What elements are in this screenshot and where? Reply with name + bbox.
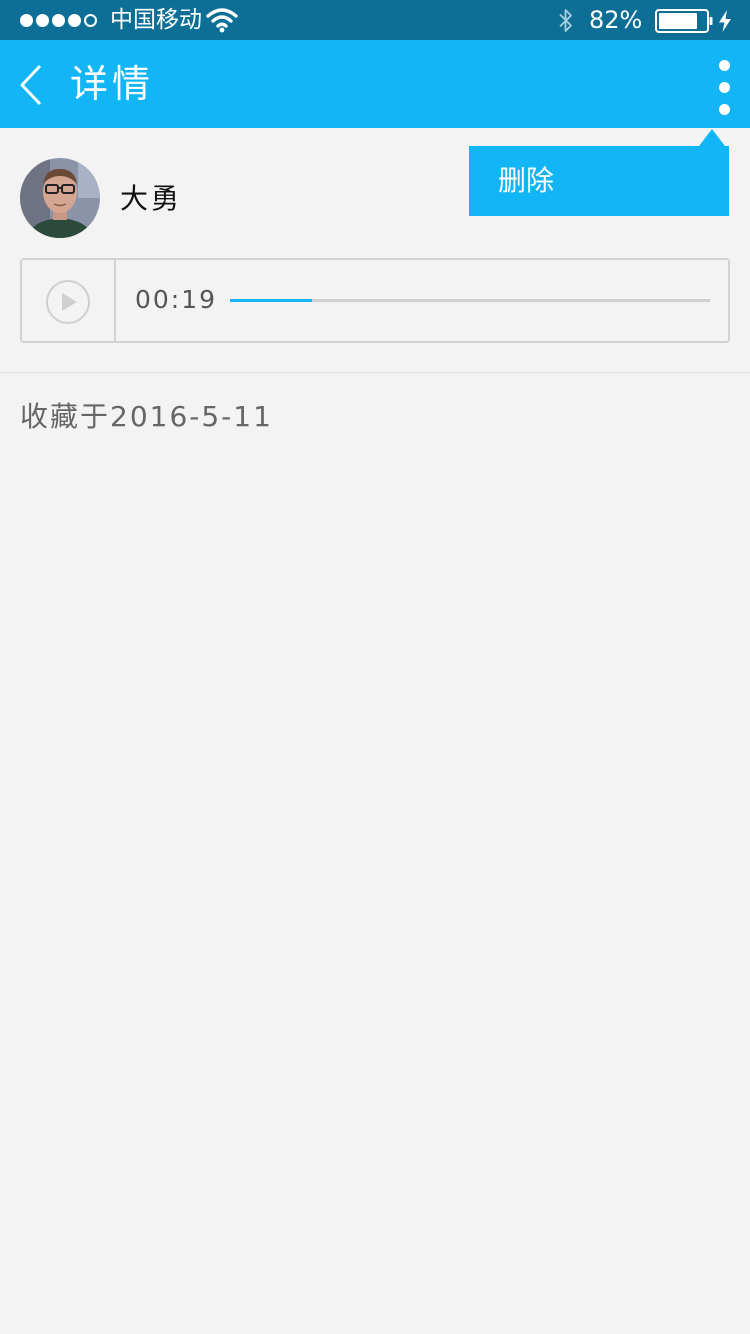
author-name: 大勇 — [120, 182, 183, 215]
bluetooth-icon — [559, 9, 572, 32]
signal-strength-icon — [20, 12, 97, 28]
menu-item-delete[interactable]: 删除 — [469, 146, 729, 216]
chevron-left-icon — [20, 64, 42, 106]
popup-arrow — [699, 129, 725, 146]
play-button[interactable] — [22, 260, 116, 341]
carrier-name: 中国移动 — [110, 7, 202, 33]
avatar-image — [20, 158, 100, 238]
more-options-button[interactable] — [700, 54, 748, 116]
page-title: 详情 — [70, 62, 155, 106]
signal-dot — [68, 13, 81, 27]
signal-dot — [20, 13, 33, 27]
signal-dot — [52, 13, 65, 27]
popup-menu: 删除 — [469, 129, 729, 216]
signal-dot — [36, 13, 49, 27]
playback-progress-fill — [230, 299, 312, 302]
wifi-icon — [206, 8, 238, 33]
back-button[interactable] — [10, 56, 56, 112]
signal-dot — [84, 13, 97, 27]
vertical-ellipsis-icon — [719, 60, 730, 71]
voice-message-card: 00:19 — [20, 258, 730, 343]
avatar[interactable] — [20, 158, 100, 238]
status-bar: 中国移动 82% — [0, 0, 750, 40]
charging-icon — [719, 10, 731, 32]
battery-percentage: 82% — [589, 6, 643, 34]
saved-date: 收藏于2016-5-11 — [20, 400, 273, 433]
battery-icon — [655, 9, 713, 33]
play-icon — [46, 280, 90, 324]
voice-duration: 00:19 — [135, 285, 218, 314]
divider — [0, 372, 750, 373]
nav-bar: 详情 — [0, 40, 750, 128]
vertical-ellipsis-dot — [719, 82, 730, 93]
vertical-ellipsis-dot — [719, 104, 730, 115]
playback-progress-bar[interactable] — [230, 299, 710, 302]
